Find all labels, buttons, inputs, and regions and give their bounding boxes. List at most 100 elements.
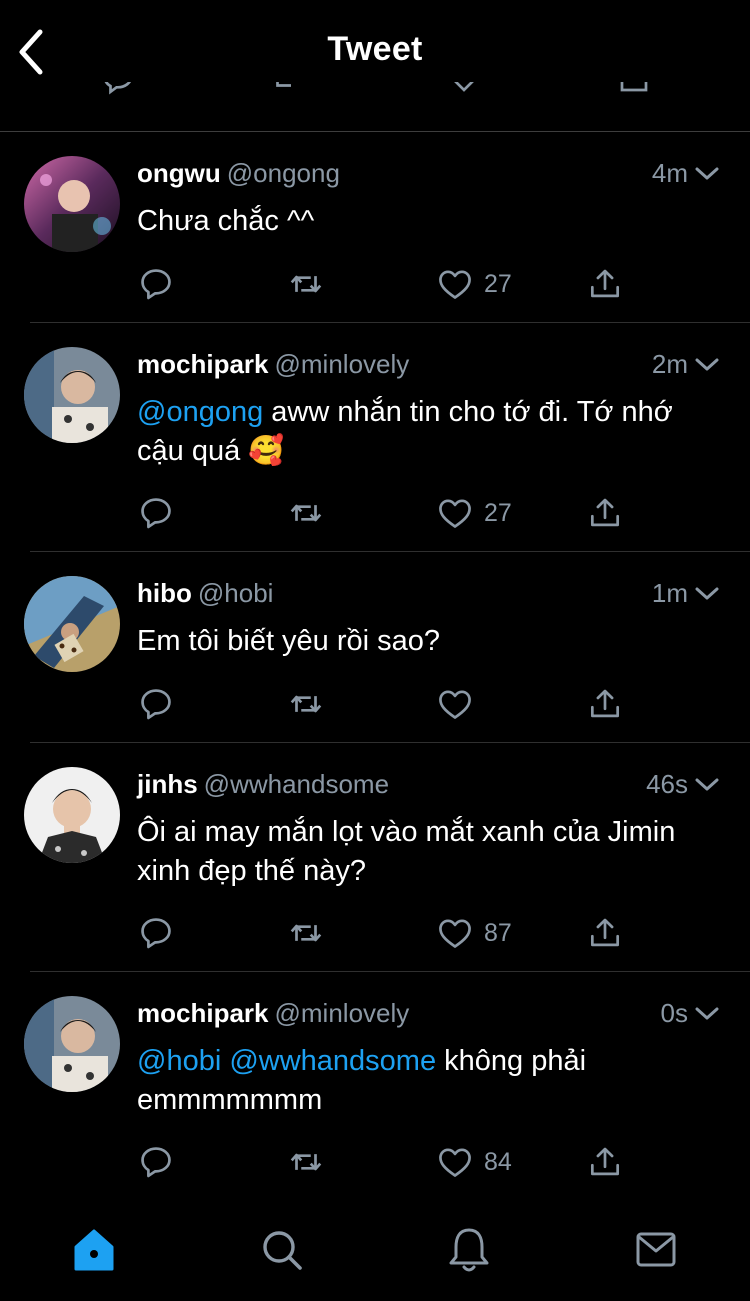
user-handle[interactable]: @wwhandsome	[204, 769, 389, 799]
mention-link[interactable]: @hobi	[137, 1045, 221, 1077]
retweet-icon	[290, 504, 322, 522]
heart-icon	[439, 1148, 471, 1177]
chevron-down-icon[interactable]	[694, 1004, 720, 1024]
share-button[interactable]	[586, 1142, 624, 1182]
reply-button[interactable]	[137, 1142, 175, 1182]
reply-icon	[141, 689, 171, 720]
share-button[interactable]	[586, 913, 624, 953]
scrolled-tweet-actions	[0, 82, 750, 104]
tweet-actions: 27	[0, 493, 750, 533]
retweet-icon	[290, 695, 322, 713]
tweet-header: mochipark @minlovely 0s	[137, 998, 720, 1038]
mail-icon	[636, 1232, 676, 1267]
home-icon	[74, 1229, 114, 1271]
avatar[interactable]	[24, 996, 120, 1092]
heart-icon	[439, 270, 471, 299]
user-handle[interactable]: @minlovely	[275, 998, 410, 1028]
tweet-header: mochipark @minlovely 2m	[137, 349, 720, 389]
avatar[interactable]	[24, 767, 120, 863]
display-name[interactable]: jinhs	[137, 769, 198, 799]
reply-button[interactable]	[137, 684, 175, 724]
timestamp: 4m	[651, 158, 688, 188]
reply-button[interactable]	[137, 493, 175, 533]
tweet-header: ongwu @ongong 4m	[137, 158, 720, 198]
retweet-button[interactable]	[287, 264, 325, 304]
like-count: 84	[484, 1147, 512, 1176]
display-name[interactable]: ongwu	[137, 158, 221, 188]
bottom-tab-bar	[0, 1205, 750, 1301]
heart-icon	[439, 499, 471, 528]
timestamp: 1m	[651, 578, 688, 608]
like-button[interactable]: 27	[436, 264, 512, 304]
avatar[interactable]	[24, 156, 120, 252]
chevron-down-icon[interactable]	[694, 584, 720, 604]
avatar[interactable]	[24, 347, 120, 443]
user-handle[interactable]: @minlovely	[275, 349, 410, 379]
tab-search[interactable]	[258, 1225, 306, 1275]
tweet-item[interactable]: jinhs @wwhandsome 46s Ôi ai may mắn lọt v…	[0, 743, 750, 972]
like-icon[interactable]	[446, 82, 482, 96]
mention-link[interactable]: @wwhandsome	[229, 1045, 436, 1077]
retweet-icon	[290, 924, 322, 942]
display-name[interactable]: mochipark	[137, 998, 269, 1028]
reply-icon[interactable]	[100, 82, 136, 96]
chevron-down-icon[interactable]	[694, 355, 720, 375]
share-button[interactable]	[586, 264, 624, 304]
tweet-text: Ôi ai may mắn lọt vào mắt xanh của Jimin…	[137, 813, 690, 891]
share-icon	[590, 1147, 620, 1176]
reply-icon	[141, 1147, 171, 1178]
tweet-text: @hobi @wwhandsome không phải emmmmmmm	[137, 1042, 690, 1120]
tweet-text: Em tôi biết yêu rồi sao?	[137, 622, 690, 661]
tweet-actions: 27	[0, 264, 750, 304]
tab-notifications[interactable]	[445, 1225, 493, 1275]
tweet-item[interactable]: ongwu @ongong 4m Chưa chắc ^^ 27	[0, 132, 750, 323]
display-name[interactable]: mochipark	[137, 349, 269, 379]
top-navigation-bar: Tweet	[0, 0, 750, 132]
share-button[interactable]	[586, 493, 624, 533]
search-icon	[263, 1231, 302, 1270]
retweet-button[interactable]	[287, 493, 325, 533]
share-button[interactable]	[586, 684, 624, 724]
retweet-button[interactable]	[287, 684, 325, 724]
like-button[interactable]: 87	[436, 913, 512, 953]
tweet-item[interactable]: hibo @hobi 1m Em tôi biết yêu rồi sao?	[0, 552, 750, 743]
user-handle[interactable]: @ongong	[227, 158, 340, 188]
tweet-header: jinhs @wwhandsome 46s	[137, 769, 720, 809]
tweet-item[interactable]: mochipark @minlovely 2m @ongong aww nhắn …	[0, 323, 750, 552]
share-icon	[590, 498, 620, 527]
like-count: 27	[484, 498, 512, 527]
retweet-icon[interactable]	[270, 82, 306, 96]
reply-button[interactable]	[137, 913, 175, 953]
tweet-text: @ongong aww nhắn tin cho tớ đi. Tớ nhớ c…	[137, 393, 690, 471]
heart-icon	[439, 690, 471, 719]
like-button[interactable]	[436, 684, 484, 724]
tweet-actions: 87	[0, 913, 750, 953]
share-icon[interactable]	[616, 82, 652, 96]
retweet-button[interactable]	[287, 1142, 325, 1182]
mention-link[interactable]: @ongong	[137, 396, 263, 428]
retweet-icon	[290, 275, 322, 293]
tab-messages[interactable]	[632, 1225, 680, 1275]
retweet-button[interactable]	[287, 913, 325, 953]
share-icon	[590, 689, 620, 718]
tab-home[interactable]	[70, 1225, 118, 1275]
tweet-header: hibo @hobi 1m	[137, 578, 720, 618]
heart-icon	[439, 919, 471, 948]
chevron-down-icon[interactable]	[694, 775, 720, 795]
chevron-down-icon[interactable]	[694, 164, 720, 184]
timestamp: 46s	[646, 769, 688, 799]
like-button[interactable]: 27	[436, 493, 512, 533]
reply-button[interactable]	[137, 264, 175, 304]
tweet-actions	[0, 684, 750, 724]
share-icon	[590, 918, 620, 947]
user-handle[interactable]: @hobi	[198, 578, 274, 608]
tweet-text-part: Chưa chắc ^^	[137, 205, 315, 237]
share-icon	[590, 269, 620, 298]
reply-icon	[141, 269, 171, 300]
avatar[interactable]	[24, 576, 120, 672]
display-name[interactable]: hibo	[137, 578, 192, 608]
tweet-text-part: Ôi ai may mắn lọt vào mắt xanh của Jimin…	[137, 816, 676, 887]
tweet-item[interactable]: mochipark @minlovely 0s @hobi @wwhandsome…	[0, 972, 750, 1201]
like-button[interactable]: 84	[436, 1142, 512, 1182]
retweet-icon	[290, 1153, 322, 1171]
